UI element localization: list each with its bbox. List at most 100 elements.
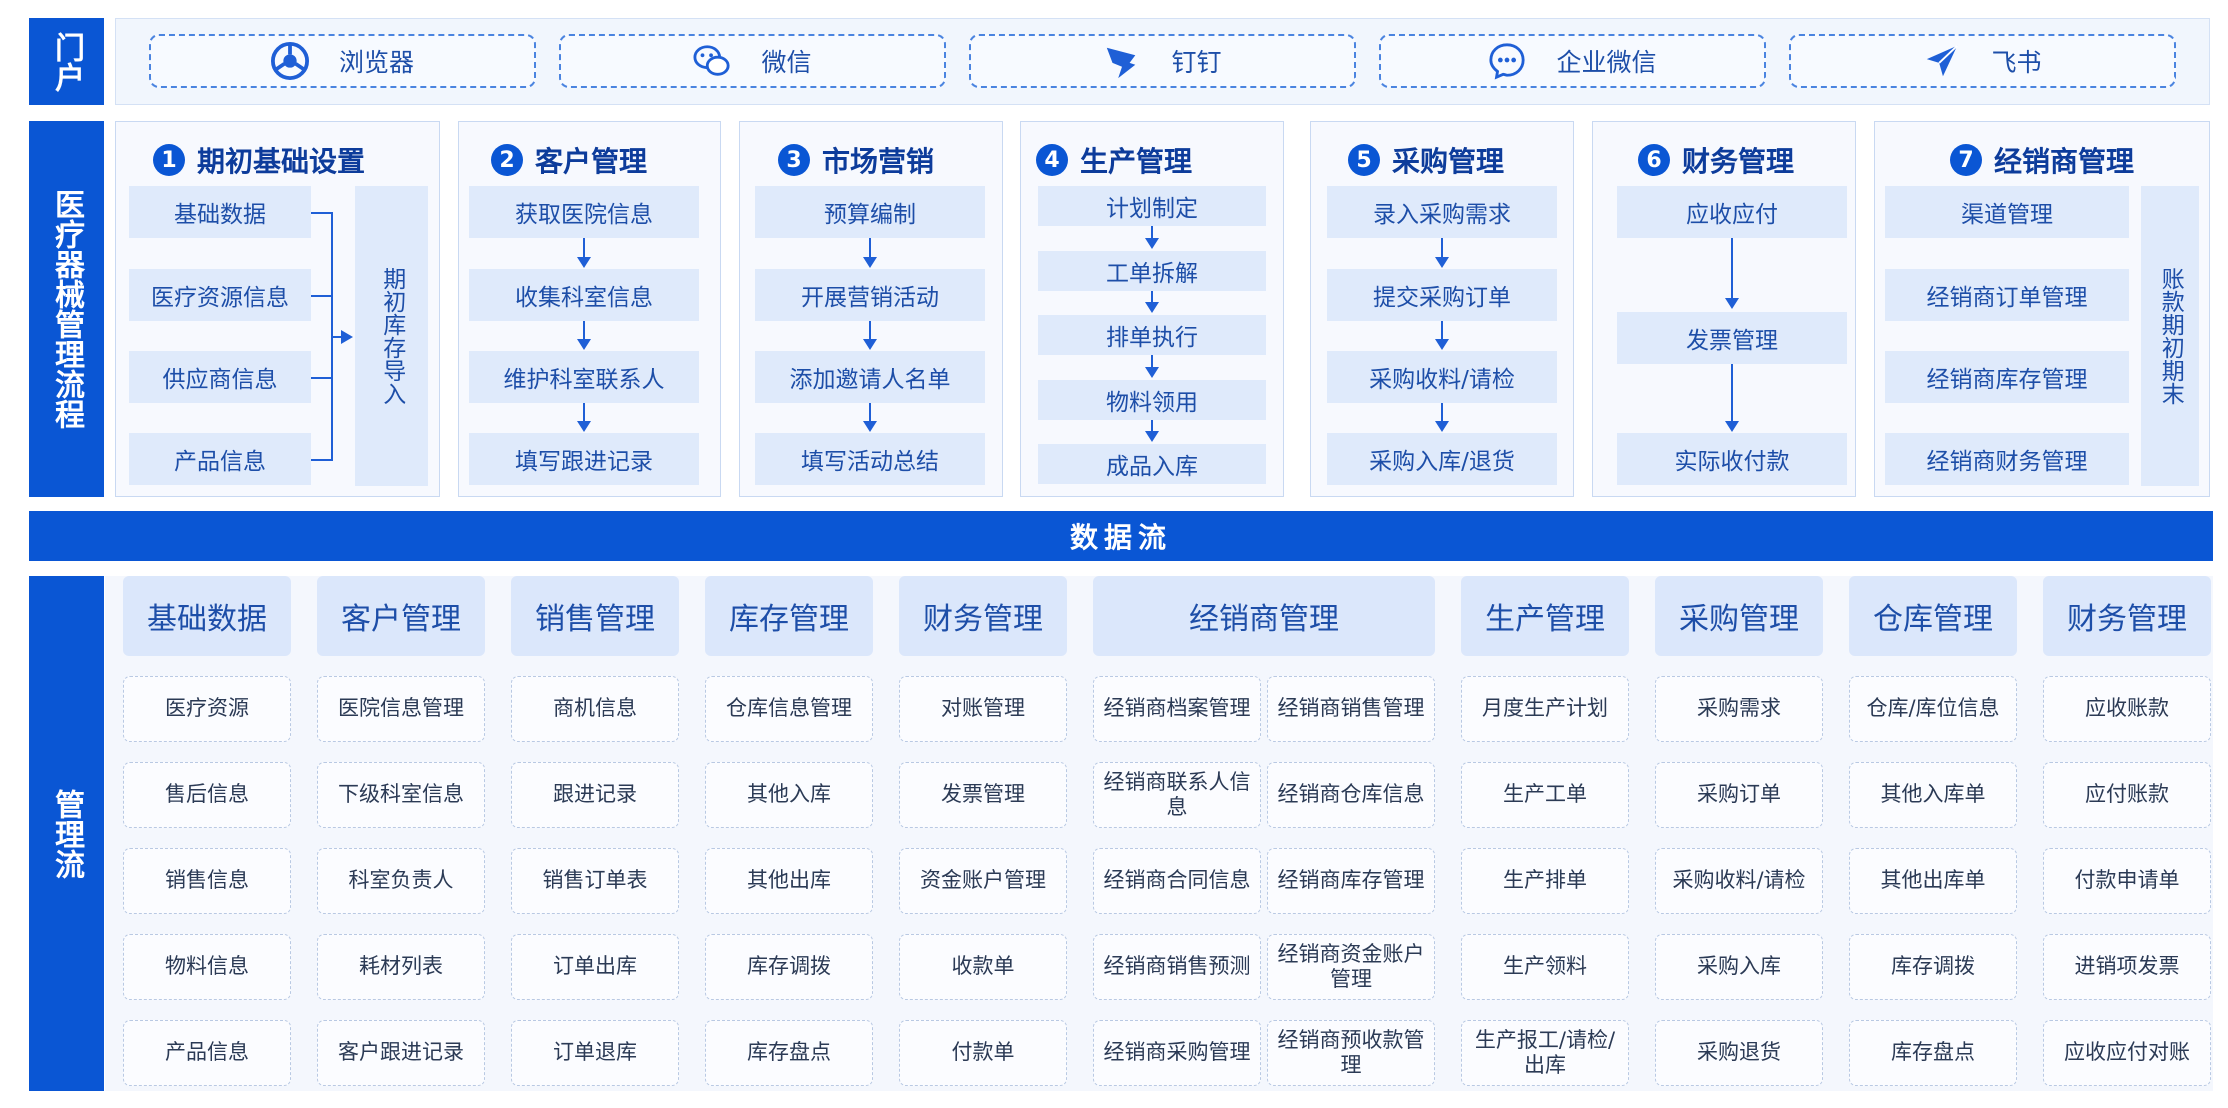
process-item[interactable]: 应收应付	[1617, 186, 1847, 238]
mgmt-cell[interactable]: 库存盘点	[1849, 1020, 2017, 1086]
mgmt-cell[interactable]: 仓库/库位信息	[1849, 676, 2017, 742]
mgmt-cell[interactable]: 库存调拨	[705, 934, 873, 1000]
process-item[interactable]: 经销商财务管理	[1885, 433, 2129, 485]
process-item[interactable]: 填写活动总结	[755, 433, 985, 485]
process-item[interactable]: 物料领用	[1038, 380, 1266, 420]
process-item[interactable]: 工单拆解	[1038, 251, 1266, 291]
mgmt-cell[interactable]: 销售信息	[123, 848, 291, 914]
mgmt-cell[interactable]: 付款申请单	[2043, 848, 2211, 914]
mgmt-cell[interactable]: 经销商库存管理	[1267, 848, 1435, 914]
mgmt-cell[interactable]: 跟进记录	[511, 762, 679, 828]
process-item-supplier[interactable]: 供应商信息	[129, 351, 311, 403]
mgmt-cell[interactable]: 应收账款	[2043, 676, 2211, 742]
mgmt-cell[interactable]: 经销商资金账户管理	[1267, 934, 1435, 1000]
mgmt-cell[interactable]: 其他入库单	[1849, 762, 2017, 828]
mgmt-cell[interactable]: 采购订单	[1655, 762, 1823, 828]
mgmt-cell[interactable]: 发票管理	[899, 762, 1067, 828]
process-item-initial-inventory[interactable]: 期初库存导入	[355, 186, 428, 486]
process-item[interactable]: 采购入库/退货	[1327, 433, 1557, 485]
mgmt-cell[interactable]: 仓库信息管理	[705, 676, 873, 742]
mgmt-cell[interactable]: 采购需求	[1655, 676, 1823, 742]
process-item[interactable]: 成品入库	[1038, 444, 1266, 484]
mgmt-cell[interactable]: 生产排单	[1461, 848, 1629, 914]
process-item[interactable]: 计划制定	[1038, 186, 1266, 226]
process-item[interactable]: 开展营销活动	[755, 269, 985, 321]
mgmt-cell[interactable]: 生产报工/请检/出库	[1461, 1020, 1629, 1086]
process-item[interactable]: 实际收付款	[1617, 433, 1847, 485]
process-item[interactable]: 录入采购需求	[1327, 186, 1557, 238]
process-item-medical-resource[interactable]: 医疗资源信息	[129, 269, 311, 321]
mgmt-cell[interactable]: 商机信息	[511, 676, 679, 742]
mgmt-cell[interactable]: 其他入库	[705, 762, 873, 828]
process-item[interactable]: 提交采购订单	[1327, 269, 1557, 321]
mgmt-cell[interactable]: 医院信息管理	[317, 676, 485, 742]
process-item-product[interactable]: 产品信息	[129, 433, 311, 485]
mgmt-cell[interactable]: 应付账款	[2043, 762, 2211, 828]
mgmt-cell[interactable]: 医疗资源	[123, 676, 291, 742]
mgmt-header-finance[interactable]: 财务管理	[899, 576, 1067, 656]
mgmt-cell[interactable]: 采购退货	[1655, 1020, 1823, 1086]
mgmt-cell[interactable]: 物料信息	[123, 934, 291, 1000]
mgmt-cell[interactable]: 对账管理	[899, 676, 1067, 742]
mgmt-cell[interactable]: 经销商销售管理	[1267, 676, 1435, 742]
mgmt-cell[interactable]: 采购收料/请检	[1655, 848, 1823, 914]
mgmt-cell[interactable]: 经销商合同信息	[1093, 848, 1261, 914]
mgmt-cell[interactable]: 库存盘点	[705, 1020, 873, 1086]
process-item[interactable]: 填写跟进记录	[469, 433, 699, 485]
mgmt-cell[interactable]: 订单出库	[511, 934, 679, 1000]
process-item[interactable]: 发票管理	[1617, 312, 1847, 364]
mgmt-cell[interactable]: 库存调拨	[1849, 934, 2017, 1000]
mgmt-header-inventory[interactable]: 库存管理	[705, 576, 873, 656]
mgmt-cell[interactable]: 付款单	[899, 1020, 1067, 1086]
process-item[interactable]: 收集科室信息	[469, 269, 699, 321]
mgmt-cell[interactable]: 经销商预收款管理	[1267, 1020, 1435, 1086]
mgmt-cell[interactable]: 科室负责人	[317, 848, 485, 914]
process-item[interactable]: 维护科室联系人	[469, 351, 699, 403]
process-item[interactable]: 渠道管理	[1885, 186, 2129, 238]
mgmt-cell[interactable]: 产品信息	[123, 1020, 291, 1086]
mgmt-header-basic-data[interactable]: 基础数据	[123, 576, 291, 656]
mgmt-cell[interactable]: 客户跟进记录	[317, 1020, 485, 1086]
mgmt-cell[interactable]: 月度生产计划	[1461, 676, 1629, 742]
process-item[interactable]: 经销商订单管理	[1885, 269, 2129, 321]
portal-feishu[interactable]: 飞书	[1789, 34, 2176, 88]
mgmt-header-production[interactable]: 生产管理	[1461, 576, 1629, 656]
mgmt-header-dealer[interactable]: 经销商管理	[1093, 576, 1435, 656]
process-item[interactable]: 添加邀请人名单	[755, 351, 985, 403]
mgmt-cell[interactable]: 经销商仓库信息	[1267, 762, 1435, 828]
process-item-ar-period[interactable]: 账款期初期末	[2141, 186, 2199, 486]
process-item-basic-data[interactable]: 基础数据	[129, 186, 311, 238]
mgmt-cell[interactable]: 资金账户管理	[899, 848, 1067, 914]
mgmt-cell[interactable]: 经销商联系人信息	[1093, 762, 1261, 828]
mgmt-cell[interactable]: 售后信息	[123, 762, 291, 828]
mgmt-cell[interactable]: 经销商档案管理	[1093, 676, 1261, 742]
mgmt-cell[interactable]: 进销项发票	[2043, 934, 2211, 1000]
mgmt-cell[interactable]: 耗材列表	[317, 934, 485, 1000]
process-item[interactable]: 获取医院信息	[469, 186, 699, 238]
mgmt-header-sales[interactable]: 销售管理	[511, 576, 679, 656]
mgmt-cell[interactable]: 经销商采购管理	[1093, 1020, 1261, 1086]
portal-dingtalk[interactable]: 钉钉	[969, 34, 1356, 88]
mgmt-cell[interactable]: 其他出库单	[1849, 848, 2017, 914]
mgmt-cell[interactable]: 应收应付对账	[2043, 1020, 2211, 1086]
mgmt-header-warehouse[interactable]: 仓库管理	[1849, 576, 2017, 656]
portal-wecom[interactable]: 企业微信	[1379, 34, 1766, 88]
mgmt-cell[interactable]: 订单退库	[511, 1020, 679, 1086]
mgmt-header-finance-2[interactable]: 财务管理	[2043, 576, 2211, 656]
mgmt-header-customer[interactable]: 客户管理	[317, 576, 485, 656]
mgmt-cell[interactable]: 收款单	[899, 934, 1067, 1000]
portal-wechat[interactable]: 微信	[559, 34, 946, 88]
mgmt-cell[interactable]: 生产工单	[1461, 762, 1629, 828]
mgmt-cell[interactable]: 销售订单表	[511, 848, 679, 914]
process-item[interactable]: 经销商库存管理	[1885, 351, 2129, 403]
mgmt-header-purchase[interactable]: 采购管理	[1655, 576, 1823, 656]
mgmt-cell[interactable]: 采购入库	[1655, 934, 1823, 1000]
process-item[interactable]: 排单执行	[1038, 315, 1266, 355]
mgmt-cell[interactable]: 生产领料	[1461, 934, 1629, 1000]
mgmt-cell[interactable]: 其他出库	[705, 848, 873, 914]
process-item[interactable]: 预算编制	[755, 186, 985, 238]
mgmt-cell[interactable]: 下级科室信息	[317, 762, 485, 828]
process-item[interactable]: 采购收料/请检	[1327, 351, 1557, 403]
mgmt-cell[interactable]: 经销商销售预测	[1093, 934, 1261, 1000]
portal-browser[interactable]: 浏览器	[149, 34, 536, 88]
